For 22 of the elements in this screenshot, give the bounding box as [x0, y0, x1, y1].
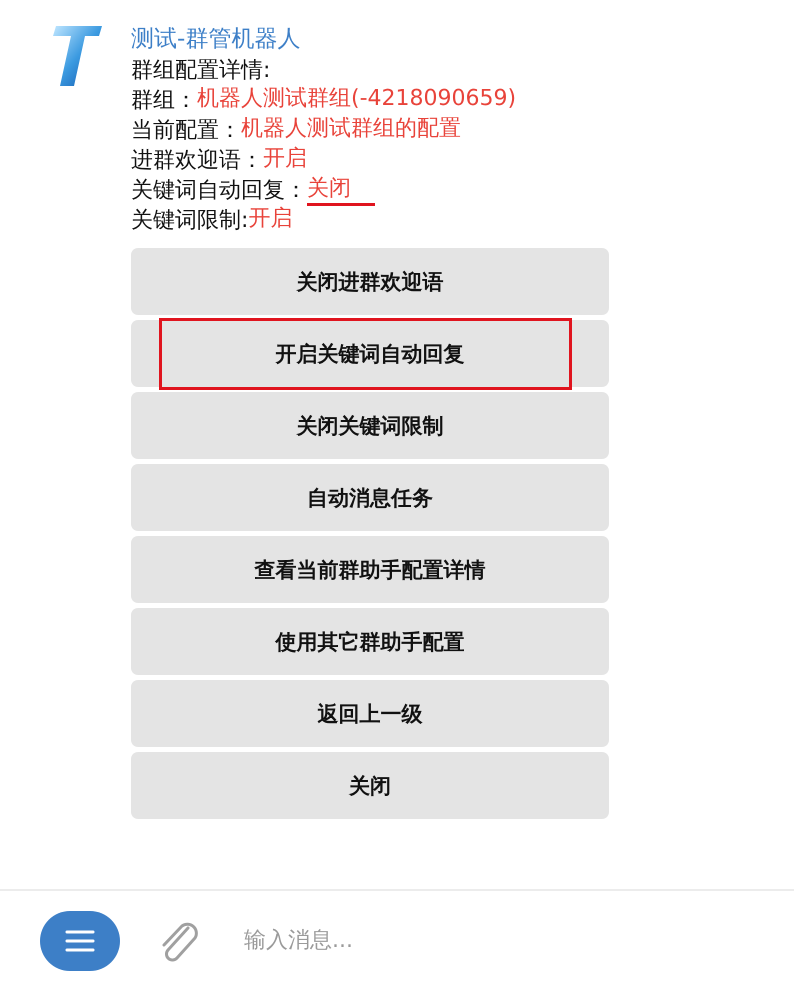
setting-label: 当前配置：	[131, 117, 241, 145]
details-heading: 群组配置详情:	[131, 57, 270, 85]
logo-icon	[52, 24, 102, 88]
menu-icon	[65, 928, 95, 952]
keyboard-button[interactable]: 开启关键词自动回复	[131, 320, 609, 387]
setting-label: 进群欢迎语：	[131, 147, 263, 175]
setting-value: 开启	[248, 206, 292, 233]
setting-value: 关闭	[307, 176, 375, 206]
setting-value: 机器人测试群组(-4218090659)	[197, 86, 516, 113]
sender-name: 测试-群管机器人	[131, 25, 302, 54]
keyboard-button[interactable]: 查看当前群助手配置详情	[131, 536, 609, 603]
setting-label: 群组：	[131, 87, 197, 115]
setting-value: 开启	[263, 146, 307, 173]
keyboard-button[interactable]: 关闭关键词限制	[131, 392, 609, 459]
keyboard-button[interactable]: 返回上一级	[131, 680, 609, 747]
setting-label: 关键词自动回复：	[131, 177, 307, 205]
keyboard-button[interactable]: 使用其它群助手配置	[131, 608, 609, 675]
keyboard-button[interactable]: 自动消息任务	[131, 464, 609, 531]
setting-value: 机器人测试群组的配置	[241, 116, 461, 143]
setting-label: 关键词限制:	[131, 207, 248, 235]
keyboard-button[interactable]: 关闭	[131, 752, 609, 819]
keyboard-button[interactable]: 关闭进群欢迎语	[131, 248, 609, 315]
